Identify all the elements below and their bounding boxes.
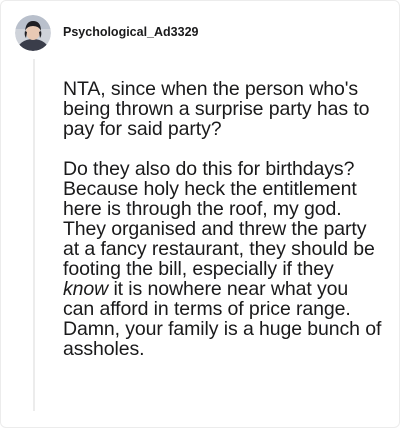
avatar-image: [15, 15, 51, 51]
comment-body: NTA, since when the person who's being t…: [63, 79, 383, 359]
comment-text: Do they also do this for birthdays? Beca…: [63, 158, 375, 280]
comment-paragraph: Do they also do this for birthdays? Beca…: [63, 159, 383, 359]
comment-paragraph: NTA, since when the person who's being t…: [63, 78, 370, 140]
username[interactable]: Psychological_Ad3329: [63, 25, 198, 39]
avatar[interactable]: [15, 15, 51, 51]
comment-header: Psychological_Ad3329: [15, 15, 198, 51]
comment-card: Psychological_Ad3329 NTA, since when the…: [0, 0, 400, 428]
thread-line[interactable]: [33, 59, 35, 411]
emphasized-text: know: [63, 278, 109, 300]
comment-text: it is nowhere near what you can afford i…: [63, 278, 382, 360]
